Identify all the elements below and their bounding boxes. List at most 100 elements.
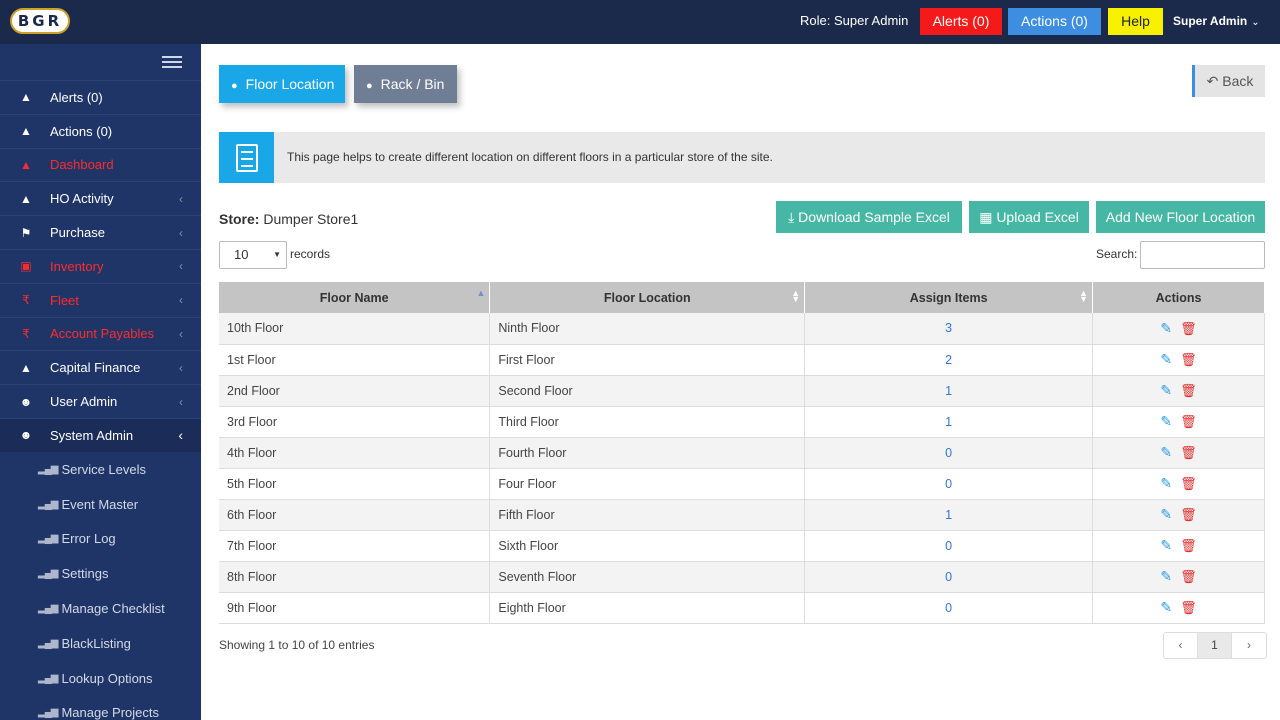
box-icon: ▣ bbox=[20, 259, 32, 274]
sidebar-item-capital-finance[interactable]: ▲ Capital Finance ‹ bbox=[0, 350, 201, 384]
sidebar-item-dashboard[interactable]: ▲ Dashboard bbox=[0, 147, 201, 182]
assign-items-link[interactable]: 1 bbox=[804, 406, 1094, 438]
floor-name-cell: 6th Floor bbox=[219, 499, 491, 531]
floor-name-cell: 7th Floor bbox=[219, 530, 491, 562]
sidebar-item-label: Inventory bbox=[50, 258, 104, 274]
bar-chart-icon: ▂▄▆ bbox=[38, 707, 58, 719]
logo[interactable]: BGR bbox=[10, 6, 70, 36]
edit-icon[interactable]: ✎ bbox=[1160, 351, 1172, 368]
edit-icon[interactable]: ✎ bbox=[1160, 568, 1172, 585]
records-per-page-select[interactable]: 10 ▼ bbox=[219, 241, 287, 269]
assign-items-link[interactable]: 0 bbox=[804, 530, 1094, 562]
search-label: Search: bbox=[1096, 247, 1138, 261]
page-number-button[interactable]: 1 bbox=[1198, 633, 1232, 658]
assign-items-link[interactable]: 0 bbox=[804, 437, 1094, 469]
edit-icon[interactable]: ✎ bbox=[1160, 382, 1172, 399]
column-header-assign-items[interactable]: Assign Items ▲ ▼ bbox=[804, 282, 1094, 313]
sidebar-item-actions[interactable]: ▲ Actions (0) bbox=[0, 113, 201, 148]
submenu-item-service-levels[interactable]: ▂▄▆ Service Levels bbox=[0, 452, 201, 487]
trash-icon[interactable]: 🗑 bbox=[1180, 414, 1197, 430]
tab-label: Floor Location bbox=[245, 76, 335, 92]
sidebar-item-fleet[interactable]: ₹ Fleet ‹ bbox=[0, 282, 201, 317]
main-content: ● Floor Location ● Rack / Bin ↶ Back This … bbox=[201, 44, 1280, 720]
sidebar-item-ho-activity[interactable]: ▲ HO Activity ‹ bbox=[0, 181, 201, 215]
alerts-button[interactable]: Alerts (0) bbox=[920, 8, 1002, 35]
floor-location-cell: Seventh Floor bbox=[489, 561, 806, 593]
area-chart-icon: ▲ bbox=[20, 124, 32, 139]
assign-items-link[interactable]: 0 bbox=[804, 468, 1094, 500]
column-header-floor-location[interactable]: Floor Location ▲ ▼ bbox=[489, 282, 806, 313]
trash-icon[interactable]: 🗑 bbox=[1180, 507, 1197, 523]
tab-rack-bin[interactable]: ● Rack / Bin bbox=[354, 65, 457, 103]
assign-items-link[interactable]: 0 bbox=[804, 592, 1094, 624]
edit-icon[interactable]: ✎ bbox=[1160, 413, 1172, 430]
assign-items-link[interactable]: 1 bbox=[804, 499, 1094, 531]
prev-page-button[interactable]: ‹ bbox=[1164, 633, 1198, 658]
search-input[interactable] bbox=[1140, 241, 1265, 269]
edit-icon[interactable]: ✎ bbox=[1160, 444, 1172, 461]
submenu-item-error-log[interactable]: ▂▄▆ Error Log bbox=[0, 522, 201, 557]
table-row: 8th Floor Seventh Floor 0 ✎ 🗑 bbox=[219, 561, 1265, 593]
trash-icon[interactable]: 🗑 bbox=[1180, 383, 1197, 399]
edit-icon[interactable]: ✎ bbox=[1160, 506, 1172, 523]
help-button[interactable]: Help bbox=[1108, 8, 1163, 35]
trash-icon[interactable]: 🗑 bbox=[1180, 352, 1197, 368]
column-header-floor-name[interactable]: Floor Name ▲ bbox=[219, 282, 491, 313]
submenu-item-label: BlackListing bbox=[61, 635, 131, 651]
edit-icon[interactable]: ✎ bbox=[1160, 320, 1172, 337]
floor-name-cell: 10th Floor bbox=[219, 313, 491, 345]
top-bar: BGR Role: Super Admin Alerts (0) Actions… bbox=[0, 0, 1280, 44]
floor-location-cell: Eighth Floor bbox=[489, 592, 806, 624]
submenu-item-manage-checklist[interactable]: ▂▄▆ Manage Checklist bbox=[0, 591, 201, 626]
next-page-button[interactable]: › bbox=[1232, 633, 1266, 658]
sidebar-item-user-admin[interactable]: ☻ User Admin ‹ bbox=[0, 384, 201, 418]
trash-icon[interactable]: 🗑 bbox=[1180, 321, 1197, 337]
table-row: 5th Floor Four Floor 0 ✎ 🗑 bbox=[219, 468, 1265, 500]
chevron-left-icon: ‹ bbox=[179, 326, 183, 341]
assign-items-link[interactable]: 1 bbox=[804, 375, 1094, 407]
edit-icon[interactable]: ✎ bbox=[1160, 537, 1172, 554]
users-icon: ☻ bbox=[19, 428, 33, 443]
submenu-item-lookup-options[interactable]: ▂▄▆ Lookup Options bbox=[0, 661, 201, 696]
edit-icon[interactable]: ✎ bbox=[1160, 475, 1172, 492]
tab-floor-location[interactable]: ● Floor Location bbox=[219, 65, 345, 103]
area-chart-icon: ▲ bbox=[20, 157, 32, 172]
chevron-left-icon: ‹ bbox=[179, 293, 183, 308]
sidebar-item-alerts[interactable]: ▲ Alerts (0) bbox=[0, 80, 201, 114]
submenu-item-label: Manage Projects bbox=[61, 705, 160, 720]
sidebar-item-label: Capital Finance bbox=[50, 360, 141, 376]
trash-icon[interactable]: 🗑 bbox=[1180, 569, 1197, 585]
sidebar-item-label: Dashboard bbox=[50, 157, 114, 173]
trash-icon[interactable]: 🗑 bbox=[1180, 445, 1197, 461]
actions-cell: ✎ 🗑 bbox=[1092, 375, 1265, 407]
trash-icon[interactable]: 🗑 bbox=[1180, 538, 1197, 554]
submenu-item-manage-projects[interactable]: ▂▄▆ Manage Projects bbox=[0, 696, 201, 720]
sidebar-item-system-admin[interactable]: ☻ System Admin ‹ bbox=[0, 417, 201, 452]
chevron-left-icon: ‹ bbox=[179, 191, 183, 206]
actions-cell: ✎ 🗑 bbox=[1092, 530, 1265, 562]
sidebar-item-inventory[interactable]: ▣ Inventory ‹ bbox=[0, 248, 201, 283]
sidebar-item-account-payables[interactable]: ₹ Account Payables ‹ bbox=[0, 316, 201, 351]
assign-items-link[interactable]: 0 bbox=[804, 561, 1094, 593]
back-button[interactable]: ↶ Back bbox=[1192, 65, 1265, 97]
edit-icon[interactable]: ✎ bbox=[1160, 599, 1172, 616]
upload-excel-button[interactable]: ▦ Upload Excel bbox=[969, 201, 1089, 233]
assign-items-link[interactable]: 3 bbox=[804, 313, 1094, 345]
download-sample-excel-button[interactable]: ⤓ Download Sample Excel bbox=[776, 201, 962, 233]
submenu-item-event-master[interactable]: ▂▄▆ Event Master bbox=[0, 487, 201, 522]
user-menu[interactable]: Super Admin ⌄ bbox=[1173, 14, 1260, 28]
trash-icon[interactable]: 🗑 bbox=[1180, 476, 1197, 492]
menu-toggle-icon[interactable] bbox=[162, 56, 182, 70]
actions-button[interactable]: Actions (0) bbox=[1008, 8, 1101, 35]
column-header-label: Floor Location bbox=[603, 290, 691, 305]
sidebar-item-purchase[interactable]: ⚑ Purchase ‹ bbox=[0, 215, 201, 249]
assign-items-link[interactable]: 2 bbox=[804, 344, 1094, 376]
submenu-item-settings[interactable]: ▂▄▆ Settings bbox=[0, 556, 201, 591]
submenu-item-blacklisting[interactable]: ▂▄▆ BlackListing bbox=[0, 626, 201, 661]
trash-icon[interactable]: 🗑 bbox=[1180, 600, 1197, 616]
actions-cell: ✎ 🗑 bbox=[1092, 313, 1265, 345]
add-floor-location-button[interactable]: Add New Floor Location bbox=[1096, 201, 1265, 233]
sidebar-item-label: Alerts (0) bbox=[50, 89, 103, 105]
info-banner: This page helps to create different loca… bbox=[219, 132, 1265, 183]
store-label: Store: bbox=[219, 211, 260, 227]
